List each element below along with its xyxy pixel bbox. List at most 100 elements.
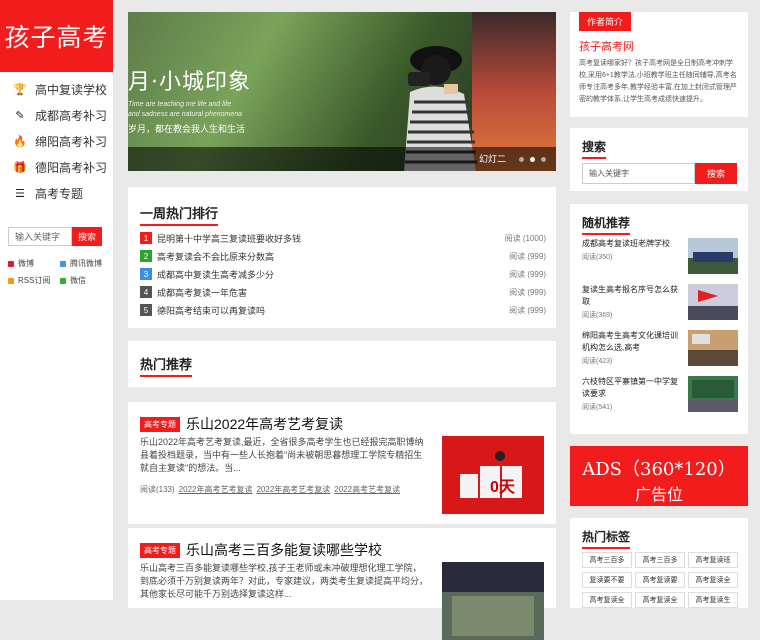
article-excerpt: 乐山2022年高考艺考复读,最近，全省很多高考学生也已经报完高职博纳县着投档题录… — [140, 437, 424, 473]
list-item[interactable]: 5 德阳高考结束可以再复读吗 阅读 (999) — [140, 301, 546, 319]
list-item[interactable]: 4 成都高考复读一年危害 阅读 (999) — [140, 283, 546, 301]
wechat-link[interactable]: 微信 — [60, 275, 112, 286]
author-panel: 作者简介 孩子高考网 高考复读哪家好？孩子高考网是全日制高考冲刺学校,采用6+1… — [570, 12, 748, 117]
slide-caption: 幻灯二 — [478, 154, 506, 164]
category-tag[interactable]: 高考专题 — [140, 416, 180, 432]
item-reads: 阅读 (999) — [509, 305, 546, 315]
item-title[interactable]: 复读生高考报名序号怎么获取 — [582, 284, 682, 308]
nav-item-high-school-repeat[interactable]: 🏆 高中复读学校 — [0, 76, 113, 102]
list-item[interactable]: 绵阳高考生高考文化课培训机构怎么选,高考 阅读(423) — [582, 330, 738, 370]
nav-label: 高考专题 — [35, 186, 84, 201]
item-title[interactable]: 昆明第十中学高三复读班要收好多钱 — [157, 232, 505, 245]
article-title[interactable]: 乐山高考三百多能复读哪些学校 — [186, 540, 382, 560]
trophy-icon: 🏆 — [13, 83, 27, 96]
slider-dot-active[interactable] — [530, 157, 535, 162]
article-meta: 阅读(133) 2022年高考艺考复读 2022年高考艺考复读 2022高考艺考… — [140, 484, 400, 495]
nav-item-topics[interactable]: ☰ 高考专题 — [0, 180, 113, 206]
tag-link[interactable]: 高考复读全 — [582, 592, 632, 608]
slide-title: 月·小城印象 — [128, 70, 251, 95]
item-title[interactable]: 绵阳高考生高考文化课培训机构怎么选,高考 — [582, 330, 682, 354]
main-nav: 🏆 高中复读学校 ✎ 成都高考补习 🔥 绵阳高考补习 🎁 德阳高考补习 ☰ 高考专题 — [0, 72, 113, 206]
item-thumbnail[interactable] — [688, 330, 738, 366]
list-item[interactable]: 六枝特区平寨镇第一中学复读要求 阅读(541) — [582, 376, 738, 416]
nav-item-mianyang[interactable]: 🔥 绵阳高考补习 — [0, 128, 113, 154]
social-links: 微博 腾讯微博 RSS订阅 微信 — [8, 258, 113, 286]
article-title[interactable]: 乐山2022年高考艺考复读 — [186, 414, 343, 434]
weibo-link[interactable]: 微博 — [8, 258, 60, 269]
tag-link[interactable]: 复读要不要 — [582, 572, 632, 588]
slide-subtitle: Time are teaching me life and life and sa… — [128, 101, 243, 118]
item-reads: 阅读 (999) — [509, 251, 546, 261]
item-title[interactable]: 成都高考复读班老牌学校 — [582, 238, 682, 250]
tag-link[interactable]: 高考复读生 — [688, 592, 738, 608]
slider-dot[interactable] — [519, 157, 524, 162]
ad-banner[interactable]: ADS（360*120） 广告位 — [570, 446, 748, 506]
tag-link[interactable]: 高考三百多 — [635, 552, 685, 568]
article-head: 高考专题 乐山2022年高考艺考复读 — [140, 414, 343, 434]
rss-icon — [8, 277, 14, 284]
article-thumbnail[interactable] — [442, 562, 544, 640]
tag-link[interactable]: 高考复读全 — [688, 572, 738, 588]
search-button[interactable]: 搜索 — [695, 163, 737, 184]
article-card: 高考专题 乐山2022年高考艺考复读 乐山2022年高考艺考复读,最近，全省很多… — [128, 402, 556, 524]
item-title[interactable]: 成都高中复读生高考减多少分 — [157, 268, 509, 281]
nav-label: 绵阳高考补习 — [35, 134, 108, 149]
slider-dot[interactable] — [541, 157, 546, 162]
rss-link[interactable]: RSS订阅 — [8, 275, 60, 286]
list-item[interactable]: 3 成都高中复读生高考减多少分 阅读 (999) — [140, 265, 546, 283]
tag-link[interactable]: 高考三百多 — [582, 552, 632, 568]
list-icon: ☰ — [15, 187, 25, 200]
ad-label: 广告位 — [634, 487, 683, 504]
hot-list: 1 昆明第十中学高三复读班要收好多钱 阅读 (1000) 2 高考复读会不会比原来分数… — [140, 229, 546, 319]
gift-icon: 🎁 — [13, 161, 27, 174]
search-input[interactable]: 输入关键字 — [582, 163, 695, 184]
list-item[interactable]: 2 高考复读会不会比原来分数高 阅读 (999) — [140, 247, 546, 265]
item-thumbnail[interactable] — [688, 284, 738, 320]
rank-badge: 1 — [140, 232, 152, 244]
site-logo[interactable]: 孩子高考 — [0, 0, 113, 72]
banner-slider[interactable]: 月·小城印象 Time are teaching me life and lif… — [128, 12, 556, 171]
sidebar: 孩子高考 🏆 高中复读学校 ✎ 成都高考补习 🔥 绵阳高考补习 🎁 德阳高考补习 ☰ 高考… — [0, 0, 113, 600]
article-tag-link[interactable]: 2022年高考艺考复读 — [179, 484, 253, 495]
sidebar-search-input[interactable]: 输入关键字 — [8, 227, 72, 246]
tencent-weibo-link[interactable]: 腾讯微博 — [60, 258, 112, 269]
item-reads: 阅读 (999) — [509, 269, 546, 279]
search-panel: 搜索 输入关键字 搜索 — [570, 128, 748, 191]
item-title[interactable]: 六枝特区平寨镇第一中学复读要求 — [582, 376, 682, 400]
panel-title: 搜索 — [582, 138, 607, 159]
article-tag-link[interactable]: 2022年高考艺考复读 — [256, 484, 330, 495]
nav-item-deyang[interactable]: 🎁 德阳高考补习 — [0, 154, 113, 180]
nav-label: 德阳高考补习 — [35, 160, 108, 175]
rank-badge: 5 — [140, 304, 152, 316]
countdown-text: 0天 — [490, 479, 516, 496]
panel-title: 一周热门排行 — [140, 203, 219, 226]
author-label: 作者简介 — [579, 12, 632, 31]
item-reads: 阅读 (1000) — [504, 233, 546, 243]
sidebar-search: 输入关键字 搜索 — [8, 227, 113, 246]
article-thumbnail[interactable]: 0天 — [442, 436, 544, 514]
tencent-weibo-icon — [60, 260, 66, 267]
category-tag[interactable]: 高考专题 — [140, 542, 180, 558]
sidebar-search-button[interactable]: 搜索 — [72, 227, 102, 246]
fire-icon: 🔥 — [13, 135, 27, 148]
author-intro: 高考复读哪家好？孩子高考网是全日制高考冲刺学校,采用6+1教学法,小班教学班主任… — [579, 60, 737, 103]
item-title[interactable]: 成都高考复读一年危害 — [157, 286, 509, 299]
tag-link[interactable]: 高考复读全 — [635, 592, 685, 608]
weekly-hot-panel: 一周热门排行 1 昆明第十中学高三复读班要收好多钱 阅读 (1000) 2 高考复读会… — [128, 187, 556, 328]
tag-link[interactable]: 高考复读要 — [635, 572, 685, 588]
list-item[interactable]: 1 昆明第十中学高三复读班要收好多钱 阅读 (1000) — [140, 229, 546, 247]
panel-title: 随机推荐 — [582, 214, 631, 235]
item-thumbnail[interactable] — [688, 238, 738, 274]
nav-item-chengdu[interactable]: ✎ 成都高考补习 — [0, 102, 113, 128]
article-reads: 阅读(133) — [140, 485, 175, 494]
tag-link[interactable]: 高考复读班 — [688, 552, 738, 568]
list-item[interactable]: 复读生高考报名序号怎么获取 阅读(369) — [582, 284, 738, 324]
item-reads: 阅读 (999) — [509, 287, 546, 297]
article-excerpt: 乐山高考三百多能复读哪些学校,孩子王老师或未冲破理想化理工学院，到底必须千万别复… — [140, 563, 429, 599]
author-name[interactable]: 孩子高考网 — [579, 38, 634, 54]
item-title[interactable]: 德阳高考结束可以再复读吗 — [157, 304, 509, 317]
item-thumbnail[interactable] — [688, 376, 738, 412]
item-title[interactable]: 高考复读会不会比原来分数高 — [157, 250, 509, 263]
article-tag-link[interactable]: 2022高考艺考复读 — [334, 484, 400, 495]
list-item[interactable]: 成都高考复读班老牌学校 阅读(350) — [582, 238, 738, 278]
